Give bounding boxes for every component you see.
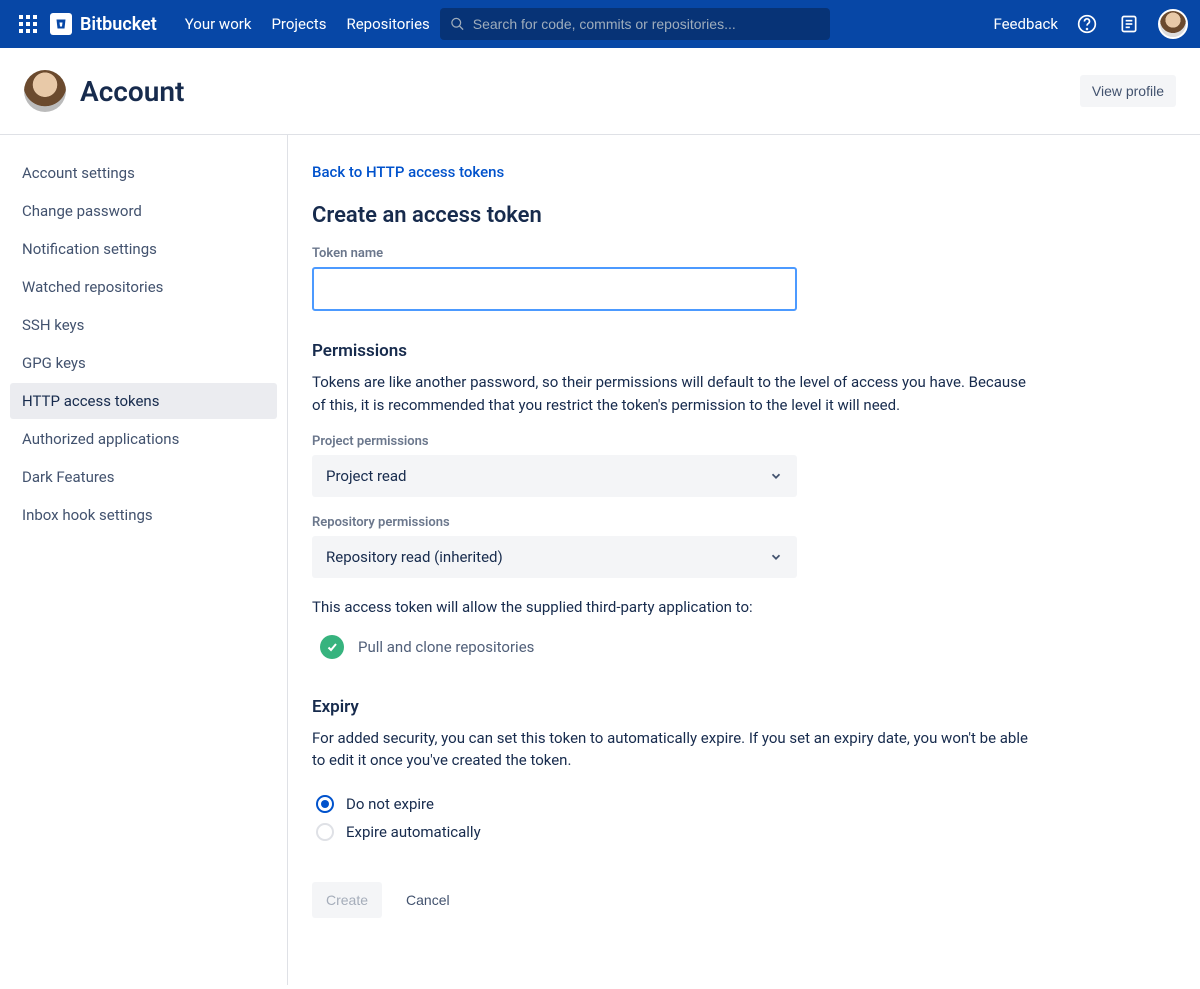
repository-permissions-select[interactable]: Repository read (inherited) xyxy=(312,536,797,578)
search-input[interactable] xyxy=(473,16,820,32)
form-title: Create an access token xyxy=(312,203,1108,228)
sidebar-item-http-access-tokens[interactable]: HTTP access tokens xyxy=(10,383,277,419)
notes-icon xyxy=(1119,14,1139,34)
repository-permissions-value: Repository read (inherited) xyxy=(326,548,503,566)
brand-logo[interactable]: Bitbucket xyxy=(50,13,157,35)
main-content: Back to HTTP access tokens Create an acc… xyxy=(288,135,1188,985)
check-circle-icon xyxy=(320,635,344,659)
page-title: Account xyxy=(80,75,184,108)
nav-right: Feedback xyxy=(993,9,1188,39)
create-button: Create xyxy=(312,882,382,918)
nav-link-your-work[interactable]: Your work xyxy=(185,15,252,33)
view-profile-button[interactable]: View profile xyxy=(1080,75,1176,107)
sidebar-item-watched-repositories[interactable]: Watched repositories xyxy=(10,269,277,305)
search-icon xyxy=(450,16,465,32)
chevron-down-icon xyxy=(769,469,783,483)
project-permissions-value: Project read xyxy=(326,467,407,485)
token-name-input[interactable] xyxy=(312,267,797,311)
allow-list: Pull and clone repositories xyxy=(312,627,1108,667)
bitbucket-logo-icon xyxy=(50,13,72,35)
sidebar-item-gpg-keys[interactable]: GPG keys xyxy=(10,345,277,381)
allow-item: Pull and clone repositories xyxy=(312,627,1108,667)
help-button[interactable] xyxy=(1074,11,1100,37)
search-container xyxy=(440,8,830,40)
app-switcher-button[interactable] xyxy=(12,8,44,40)
sidebar: Account settings Change password Notific… xyxy=(0,135,288,985)
project-permissions-label: Project permissions xyxy=(312,434,1108,449)
page-header: Account View profile xyxy=(0,48,1200,135)
help-icon xyxy=(1077,14,1097,34)
sidebar-item-dark-features[interactable]: Dark Features xyxy=(10,459,277,495)
repository-permissions-label: Repository permissions xyxy=(312,515,1108,530)
expiry-option-expire-automatically[interactable]: Expire automatically xyxy=(312,818,1108,846)
project-permissions-select[interactable]: Project read xyxy=(312,455,797,497)
sidebar-item-change-password[interactable]: Change password xyxy=(10,193,277,229)
content-layout: Account settings Change password Notific… xyxy=(0,135,1200,985)
sidebar-item-account-settings[interactable]: Account settings xyxy=(10,155,277,191)
nav-link-projects[interactable]: Projects xyxy=(271,15,326,33)
permissions-heading: Permissions xyxy=(312,341,1108,361)
expiry-description: For added security, you can set this tok… xyxy=(312,727,1042,772)
sidebar-item-authorized-applications[interactable]: Authorized applications xyxy=(10,421,277,457)
apps-grid-icon xyxy=(19,15,37,33)
expiry-option-label: Do not expire xyxy=(346,795,434,813)
back-link[interactable]: Back to HTTP access tokens xyxy=(312,163,504,181)
brand-name: Bitbucket xyxy=(80,14,157,35)
expiry-option-label: Expire automatically xyxy=(346,823,481,841)
sidebar-item-notification-settings[interactable]: Notification settings xyxy=(10,231,277,267)
nav-link-repositories[interactable]: Repositories xyxy=(346,15,429,33)
token-name-label: Token name xyxy=(312,246,1108,261)
top-nav: Bitbucket Your work Projects Repositorie… xyxy=(0,0,1200,48)
allow-item-label: Pull and clone repositories xyxy=(358,638,534,656)
whats-new-button[interactable] xyxy=(1116,11,1142,37)
permissions-description: Tokens are like another password, so the… xyxy=(312,371,1042,416)
allow-intro: This access token will allow the supplie… xyxy=(312,596,1042,619)
sidebar-item-ssh-keys[interactable]: SSH keys xyxy=(10,307,277,343)
user-avatar[interactable] xyxy=(1158,9,1188,39)
cancel-button[interactable]: Cancel xyxy=(406,892,450,908)
chevron-down-icon xyxy=(769,550,783,564)
radio-icon xyxy=(316,795,334,813)
radio-icon xyxy=(316,823,334,841)
form-actions: Create Cancel xyxy=(312,882,1108,918)
account-avatar xyxy=(24,70,66,112)
nav-links: Your work Projects Repositories xyxy=(185,15,430,33)
feedback-link[interactable]: Feedback xyxy=(993,15,1058,33)
sidebar-item-inbox-hook-settings[interactable]: Inbox hook settings xyxy=(10,497,277,533)
expiry-heading: Expiry xyxy=(312,697,1108,717)
expiry-option-do-not-expire[interactable]: Do not expire xyxy=(312,790,1108,818)
